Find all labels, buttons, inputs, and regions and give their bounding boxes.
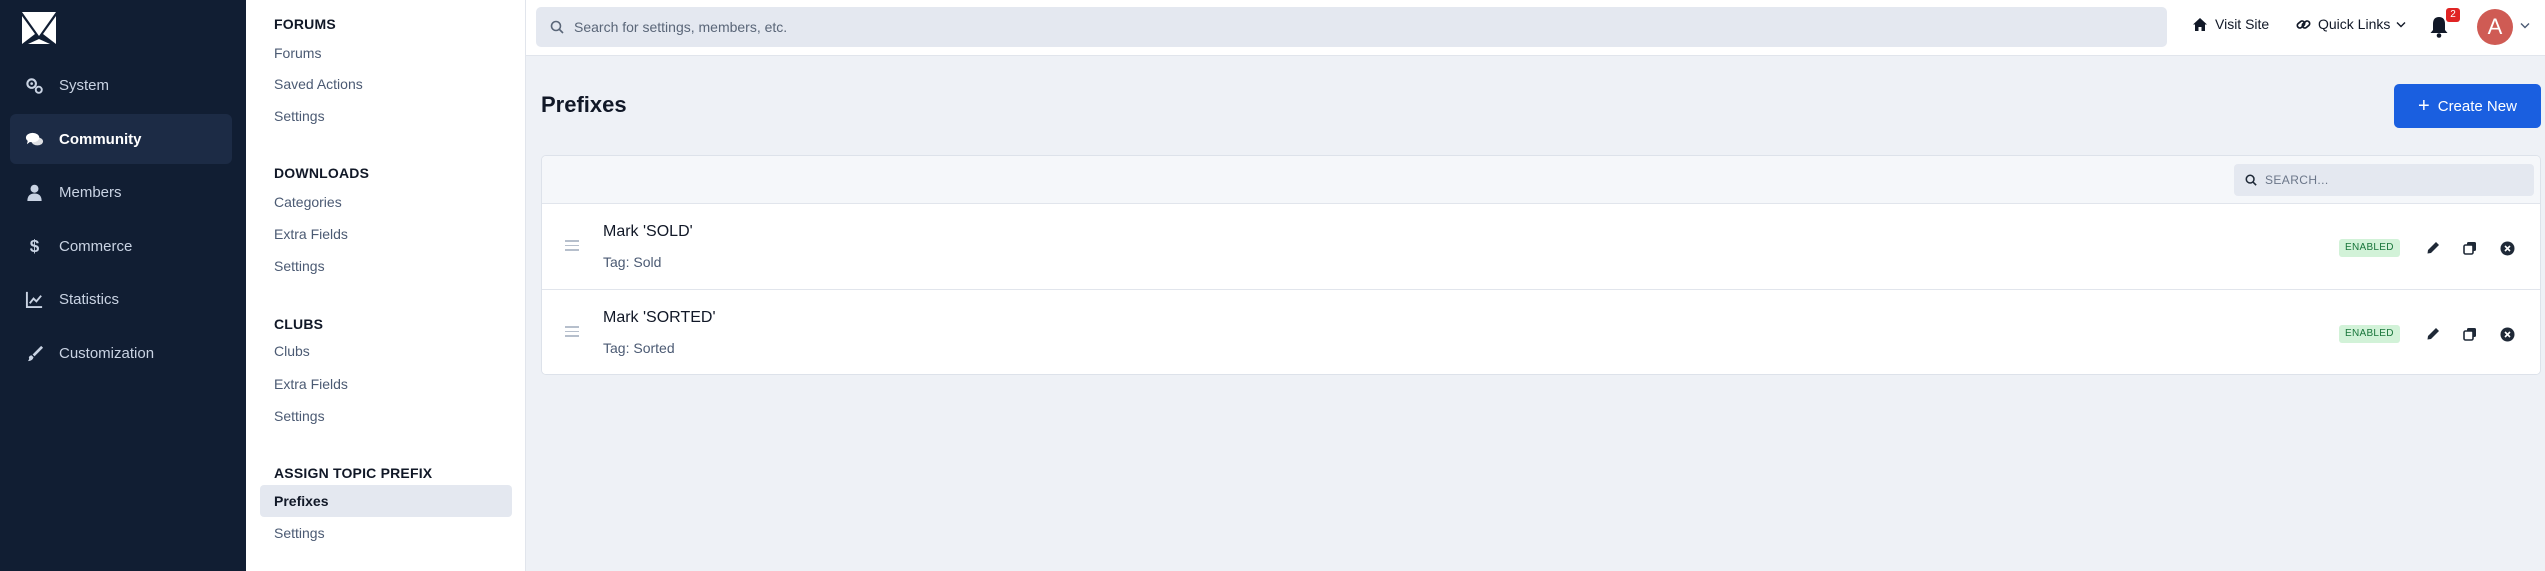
copy-icon [2463, 242, 2476, 255]
svg-text:$: $ [29, 237, 39, 256]
dollar-icon: $ [24, 236, 44, 256]
notification-badge: 2 [2446, 8, 2460, 22]
page-title: Prefixes [541, 92, 627, 117]
list-search-input[interactable] [2265, 173, 2525, 187]
global-search-input[interactable] [574, 19, 2074, 35]
list-search[interactable] [2234, 164, 2534, 196]
user-icon [24, 182, 44, 202]
pencil-icon [2427, 328, 2439, 340]
nav-item-commerce[interactable]: $ Commerce [10, 221, 232, 271]
list-item[interactable]: Mark 'SOLD' Tag: Sold ENABLED [542, 204, 2540, 290]
top-bar: Visit Site Quick Links 2 A [526, 0, 2545, 56]
logo-icon[interactable] [22, 12, 56, 44]
nav-item-label: Statistics [59, 290, 120, 308]
nav-item-label: System [59, 76, 110, 94]
home-icon [2193, 17, 2207, 31]
comments-icon [24, 129, 44, 149]
nav-item-community[interactable]: Community [10, 114, 232, 164]
subnav-link-clubs-settings[interactable]: Settings [260, 400, 512, 432]
section-title-downloads: DOWNLOADS [274, 165, 370, 181]
nav-item-system[interactable]: System [10, 60, 232, 110]
create-new-button[interactable]: + Create New [2394, 84, 2541, 128]
subnav-link-categories[interactable]: Categories [260, 186, 512, 218]
drag-handle-icon[interactable] [565, 240, 579, 252]
plus-icon: + [2418, 95, 2430, 117]
prefix-tag: Tag: Sorted [603, 340, 675, 356]
subnav-link-prefixes[interactable]: Prefixes [260, 485, 512, 517]
visit-site-label: Visit Site [2215, 16, 2270, 32]
subnav-link-forums[interactable]: Forums [260, 37, 512, 69]
delete-button[interactable] [2496, 323, 2518, 345]
prefix-tag: Tag: Sold [603, 254, 662, 270]
subnav-link-clubs-extra-fields[interactable]: Extra Fields [260, 368, 512, 400]
prefix-title: Mark 'SOLD' [603, 223, 693, 240]
close-circle-icon [2500, 327, 2514, 341]
copy-button[interactable] [2459, 323, 2481, 345]
quick-links-menu[interactable]: Quick Links [2296, 16, 2406, 32]
subnav-link-forums-settings[interactable]: Settings [260, 100, 512, 132]
copy-button[interactable] [2459, 237, 2481, 259]
paintbrush-icon [24, 343, 44, 363]
subnav-link-saved-actions[interactable]: Saved Actions [260, 68, 512, 100]
pencil-icon [2427, 242, 2439, 254]
link-icon [2296, 19, 2311, 29]
chevron-down-icon[interactable] [2520, 22, 2530, 29]
panel-header [542, 156, 2540, 204]
status-badge: ENABLED [2339, 239, 2400, 257]
delete-button[interactable] [2496, 237, 2518, 259]
subnav-link-prefix-settings[interactable]: Settings [260, 517, 512, 549]
edit-button[interactable] [2422, 237, 2444, 259]
avatar[interactable]: A [2477, 9, 2513, 45]
section-title-forums: FORUMS [274, 16, 336, 32]
global-search[interactable] [536, 7, 2167, 47]
gears-icon [24, 75, 44, 95]
nav-item-members[interactable]: Members [10, 167, 232, 217]
chevron-down-icon [2396, 21, 2406, 27]
edit-button[interactable] [2422, 323, 2444, 345]
section-title-clubs: CLUBS [274, 316, 324, 332]
secondary-sidebar: FORUMS Forums Saved Actions Settings DOW… [246, 0, 526, 571]
subnav-link-clubs[interactable]: Clubs [260, 335, 512, 367]
nav-item-label: Members [59, 183, 122, 201]
list-item[interactable]: Mark 'SORTED' Tag: Sorted ENABLED [542, 290, 2540, 374]
nav-item-statistics[interactable]: Statistics [10, 274, 232, 324]
section-title-assign-topic-prefix: ASSIGN TOPIC PREFIX [274, 465, 433, 481]
status-badge: ENABLED [2339, 325, 2400, 343]
nav-item-label: Customization [59, 344, 155, 362]
copy-icon [2463, 328, 2476, 341]
quick-links-label: Quick Links [2318, 16, 2391, 32]
drag-handle-icon[interactable] [565, 326, 579, 338]
subnav-link-downloads-extra-fields[interactable]: Extra Fields [260, 218, 512, 250]
close-circle-icon [2500, 241, 2514, 255]
subnav-link-downloads-settings[interactable]: Settings [260, 250, 512, 282]
prefix-list-panel: Mark 'SOLD' Tag: Sold ENABLED Mark 'SORT… [541, 155, 2541, 375]
nav-item-customization[interactable]: Customization [10, 328, 232, 378]
chart-line-icon [24, 289, 44, 309]
create-new-label: Create New [2437, 97, 2517, 115]
search-icon [2245, 174, 2257, 186]
nav-item-label: Commerce [59, 237, 133, 255]
visit-site-link[interactable]: Visit Site [2192, 16, 2269, 32]
prefix-title: Mark 'SORTED' [603, 309, 716, 326]
nav-item-label: Community [59, 130, 142, 148]
search-icon [550, 20, 564, 34]
primary-sidebar: System Community Members $ Commerce Stat… [0, 0, 246, 571]
